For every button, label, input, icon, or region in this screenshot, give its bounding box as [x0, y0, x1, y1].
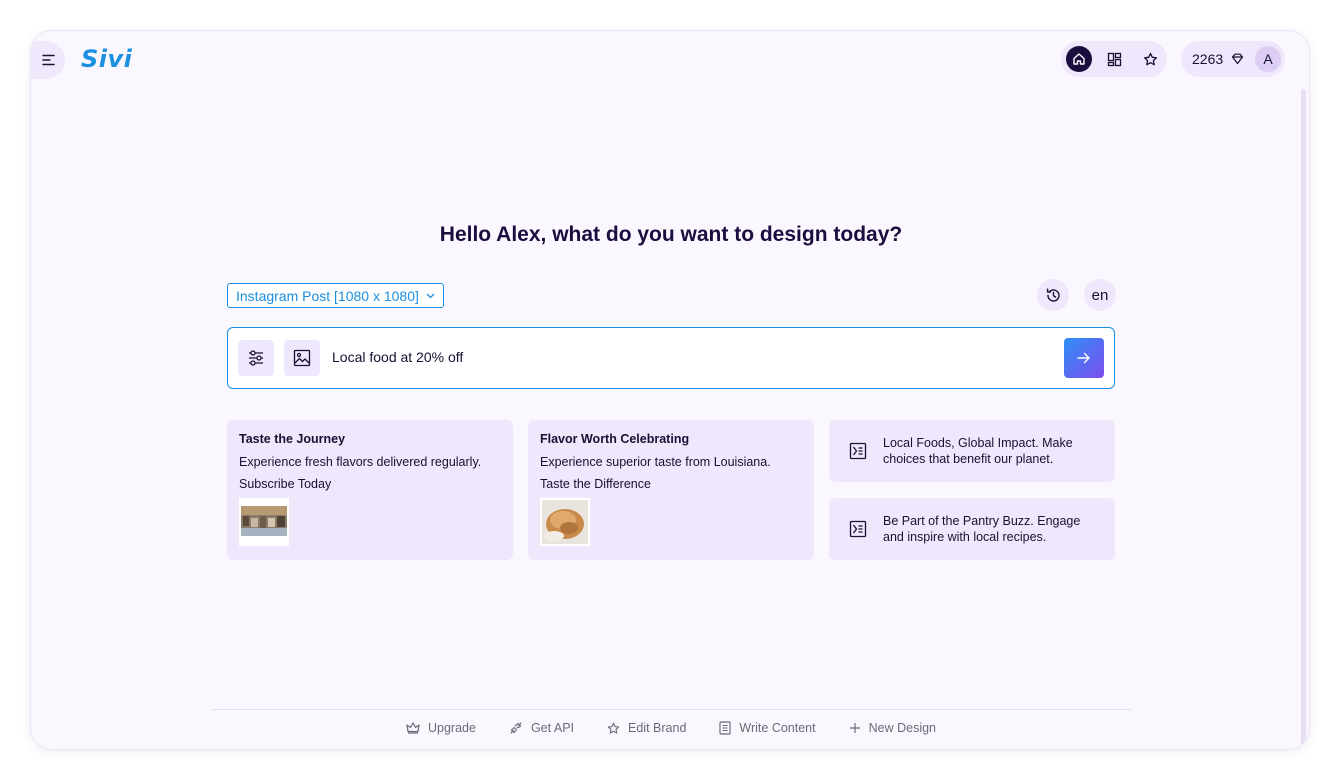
page-title: Hello Alex, what do you want to design t…: [439, 223, 903, 246]
text-suggestion-card[interactable]: Be Part of the Pantry Buzz. Engage and i…: [829, 498, 1115, 560]
write-content-label: Write Content: [739, 721, 816, 735]
home-icon: [1073, 53, 1085, 65]
new-design-label: New Design: [868, 721, 936, 735]
upgrade-label: Upgrade: [427, 721, 476, 735]
arrow-right-icon: [1077, 352, 1090, 364]
favorites-button[interactable]: [1137, 46, 1163, 72]
nav-group: [1061, 41, 1167, 77]
image-icon: [293, 349, 311, 367]
text-prompt-icon: [849, 442, 867, 460]
app-window: Sivi 2263 A Hello Alex, what do you want…: [30, 30, 1310, 750]
format-dropdown[interactable]: Instagram Post [1080 x 1080]: [227, 283, 444, 308]
suggestion-card[interactable]: Taste the Journey Experience fresh flavo…: [227, 420, 513, 560]
footer-links: Upgrade Get API Edit Brand Write Content…: [31, 721, 1309, 735]
upgrade-link[interactable]: Upgrade: [406, 721, 476, 735]
suggestion-line: Experience superior taste from Louisiana…: [540, 455, 771, 469]
menu-button[interactable]: [31, 41, 65, 79]
suggestion-thumbnail: [540, 498, 590, 546]
document-icon: [719, 721, 732, 735]
text-suggestion: Be Part of the Pantry Buzz. Engage and i…: [883, 514, 1081, 544]
edit-brand-link[interactable]: Edit Brand: [607, 721, 686, 735]
image-upload-button[interactable]: [284, 340, 320, 376]
footer-divider: [211, 709, 1131, 710]
format-dropdown-value: Instagram Post [1080 x 1080]: [236, 287, 419, 304]
suggestion-title: Flavor Worth Celebrating: [540, 432, 690, 446]
app-logo[interactable]: Sivi: [81, 45, 132, 73]
text-prompt-icon: [849, 520, 867, 538]
sliders-icon: [249, 350, 263, 366]
crown-icon: [406, 722, 420, 734]
settings-button[interactable]: [238, 340, 274, 376]
avatar[interactable]: A: [1255, 46, 1281, 72]
send-button[interactable]: [1064, 338, 1104, 378]
get-api-link[interactable]: Get API: [509, 721, 574, 735]
menu-icon: [42, 54, 55, 66]
star-icon: [1143, 52, 1157, 65]
history-icon: [1046, 288, 1060, 302]
grid-icon: [1107, 52, 1122, 66]
suggestion-line: Experience fresh flavors delivered regul…: [239, 455, 482, 469]
diamond-icon: [1232, 53, 1244, 65]
plug-icon: [510, 722, 522, 734]
new-design-link[interactable]: New Design: [849, 721, 936, 735]
prompt-input[interactable]: Local food at 20% off: [332, 349, 463, 365]
account-group: 2263 A: [1181, 41, 1285, 77]
templates-button[interactable]: [1102, 46, 1128, 72]
scrollbar[interactable]: [1301, 89, 1306, 749]
plus-icon: [849, 723, 860, 733]
language-button[interactable]: en: [1084, 279, 1116, 311]
suggestion-thumbnail: [239, 498, 289, 546]
prompt-box: Local food at 20% off: [227, 327, 1115, 389]
suggestion-title: Taste the Journey: [239, 432, 346, 446]
home-button[interactable]: [1066, 46, 1092, 72]
credits-count: 2263: [1192, 51, 1224, 67]
suggestion-card[interactable]: Flavor Worth Celebrating Experience supe…: [528, 420, 814, 560]
history-button[interactable]: [1037, 279, 1069, 311]
suggestion-cta: Subscribe Today: [239, 477, 332, 491]
star-outline-icon: [607, 722, 620, 734]
edit-brand-label: Edit Brand: [628, 721, 687, 735]
write-content-link[interactable]: Write Content: [719, 721, 816, 735]
text-suggestion-card[interactable]: Local Foods, Global Impact. Make choices…: [829, 420, 1115, 482]
get-api-label: Get API: [530, 721, 575, 735]
chevron-down-icon: [426, 293, 435, 298]
text-suggestion: Local Foods, Global Impact. Make choices…: [883, 436, 1073, 466]
suggestion-cta: Taste the Difference: [540, 477, 651, 491]
